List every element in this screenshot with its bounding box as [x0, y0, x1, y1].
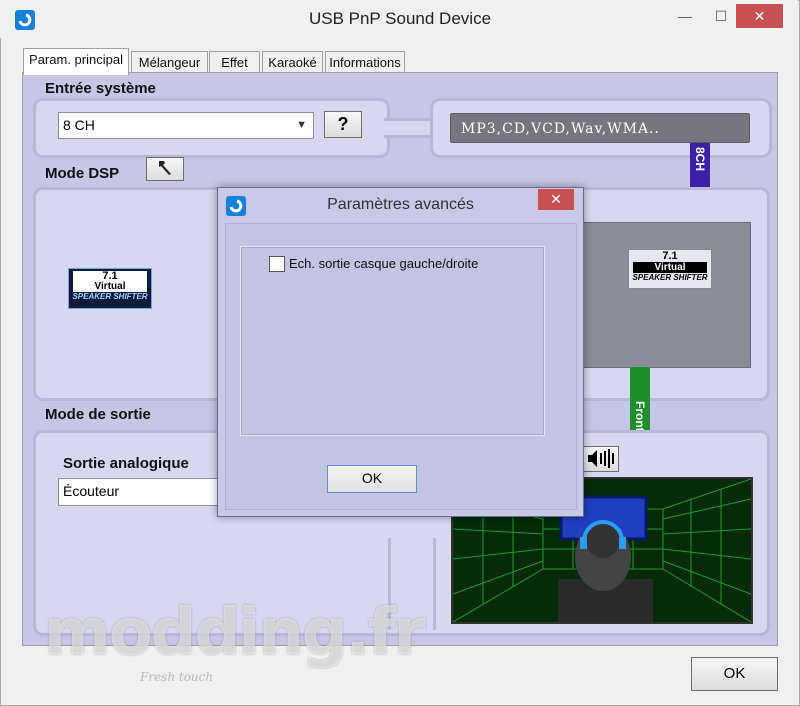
- output-device-box: [572, 222, 751, 368]
- signal-label-8ch: 8CH: [693, 147, 707, 172]
- formats-display: MP3,CD,VCD,Wav,WMA..: [450, 113, 750, 143]
- help-button[interactable]: ?: [324, 111, 362, 138]
- analog-output-label: Sortie analogique: [63, 455, 189, 472]
- connector: [384, 118, 434, 138]
- logo-right-virtual-text: Virtual: [633, 262, 707, 273]
- swap-lr-checkbox-label[interactable]: Ech. sortie casque gauche/droite: [289, 256, 478, 271]
- analog-output-combo[interactable]: Écouteur: [58, 478, 228, 506]
- advanced-settings-dialog: Paramètres avancés ✕ Ech. sortie casque …: [217, 187, 584, 517]
- volume-button[interactable]: [583, 446, 619, 472]
- dialog-close-button[interactable]: ✕: [538, 189, 574, 210]
- logo-virtual-text: Virtual: [73, 282, 147, 292]
- speaker-icon: [588, 449, 614, 468]
- main-ok-button[interactable]: OK: [691, 657, 778, 691]
- tab-param-principal[interactable]: Param. principal: [23, 48, 129, 75]
- chevron-down-icon: ▼: [296, 119, 307, 131]
- dsp-settings-button[interactable]: [146, 157, 184, 181]
- logo-shifter-text: SPEAKER SHIFTER: [72, 292, 148, 301]
- watermark-subtitle: Fresh touch: [140, 670, 214, 684]
- dialog-title: Paramètres avancés: [327, 196, 474, 213]
- hammer-icon: [159, 161, 171, 175]
- dialog-ok-button[interactable]: OK: [327, 465, 417, 493]
- tab-melangeur[interactable]: Mélangeur: [131, 51, 208, 74]
- tab-effet[interactable]: Effet: [209, 51, 260, 74]
- virtual-71-logo-right: 7.1 Virtual SPEAKER SHIFTER: [628, 249, 712, 289]
- tab-informations[interactable]: Informations: [325, 51, 405, 74]
- input-combo[interactable]: 8 CH ▼: [58, 112, 314, 139]
- input-combo-value: 8 CH: [63, 117, 95, 133]
- analog-output-value: Écouteur: [63, 483, 120, 499]
- virtual-71-logo[interactable]: 7.1 Virtual SPEAKER SHIFTER: [68, 268, 152, 309]
- minimize-button[interactable]: —: [666, 0, 704, 32]
- input-section-label: Entrée système: [45, 80, 156, 97]
- tab-karaoke[interactable]: Karaoké: [262, 51, 323, 74]
- logo-right-shifter-text: SPEAKER SHIFTER: [632, 273, 708, 282]
- close-button[interactable]: ✕: [736, 4, 783, 28]
- swap-lr-checkbox[interactable]: [269, 256, 285, 272]
- maximize-button[interactable]: ☐: [702, 0, 740, 32]
- signal-label-front: Front: [633, 401, 647, 432]
- watermark-logo: modding.fr: [44, 596, 425, 670]
- logo-right-71-text: 7.1: [662, 250, 678, 262]
- dialog-groupbox: [240, 246, 545, 436]
- output-section-label: Mode de sortie: [45, 406, 151, 423]
- dsp-section-label: Mode DSP: [45, 165, 120, 182]
